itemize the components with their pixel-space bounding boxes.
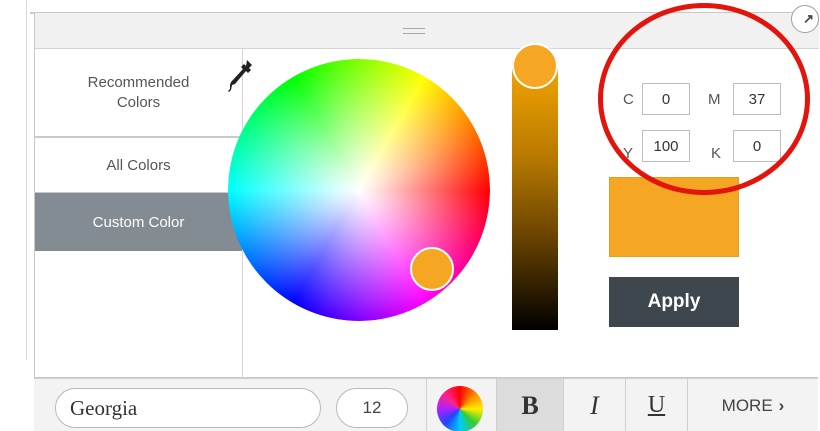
yellow-input[interactable] [642, 130, 690, 162]
nav-item-all-colors[interactable]: All Colors [35, 138, 242, 193]
nav-item-custom-color[interactable]: Custom Color [35, 193, 242, 251]
italic-button[interactable]: I [564, 379, 626, 431]
bold-button[interactable]: B [496, 379, 564, 431]
eyedropper-icon[interactable] [228, 58, 254, 94]
magenta-input[interactable] [733, 83, 781, 115]
color-wheel-gradient [228, 59, 490, 321]
yellow-label: Y [623, 145, 634, 162]
drag-handle-icon[interactable] [403, 28, 425, 34]
brightness-slider-handle[interactable] [512, 43, 558, 89]
cyan-input[interactable] [642, 83, 690, 115]
more-button[interactable]: MORE › [688, 379, 818, 431]
brightness-slider[interactable] [512, 62, 558, 330]
color-wheel-marker[interactable] [410, 247, 454, 291]
chevron-right-icon: › [778, 395, 785, 415]
underline-label: U [647, 392, 666, 418]
text-format-toolbar: B I U MORE › [34, 378, 818, 431]
font-size-field[interactable] [336, 388, 408, 428]
font-family-field[interactable] [55, 388, 321, 428]
cyan-label: C [623, 91, 634, 108]
underline-button[interactable]: U [626, 379, 688, 431]
nav-item-recommended-colors[interactable]: Recommended Colors [35, 49, 242, 138]
italic-label: I [590, 390, 599, 420]
close-icon: ↗ [803, 11, 814, 26]
black-label: K [711, 145, 722, 162]
apply-button[interactable]: Apply [609, 277, 739, 327]
magenta-label: M [708, 91, 721, 108]
selected-color-swatch [609, 177, 739, 257]
color-wheel[interactable] [228, 59, 490, 321]
nav-item-label: Recommended Colors [87, 73, 190, 111]
background-divider [26, 0, 27, 360]
close-button[interactable]: ↗ [791, 5, 819, 33]
nav-item-label: Custom Color [92, 213, 185, 231]
nav-item-label: All Colors [106, 156, 171, 174]
color-wheel-icon[interactable] [437, 386, 483, 431]
bold-label: B [521, 390, 539, 420]
black-input[interactable] [733, 130, 781, 162]
drag-bar[interactable] [35, 13, 819, 49]
page: ↗ Recommended Colors All Colors Custom C… [0, 0, 820, 431]
toolbar-divider [426, 379, 427, 431]
color-source-nav: Recommended Colors All Colors Custom Col… [35, 49, 243, 379]
more-label: MORE [721, 395, 773, 415]
